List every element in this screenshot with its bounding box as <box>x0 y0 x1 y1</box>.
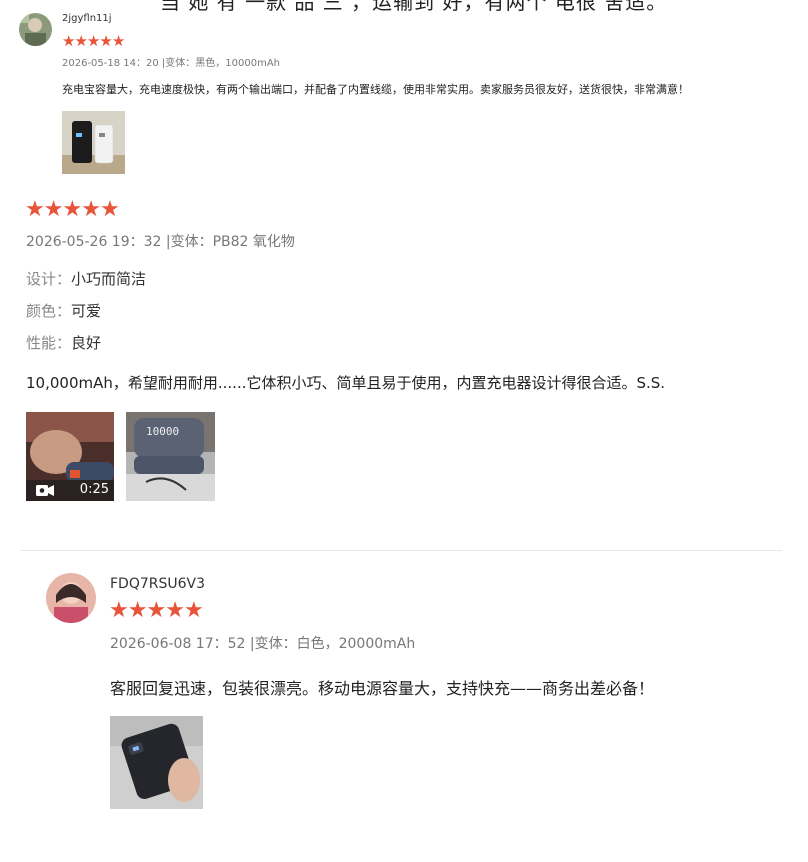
video-duration: 0:25 <box>79 482 109 497</box>
attribute-key: 颜色： <box>26 302 72 320</box>
review-photo[interactable]: 10000 <box>126 412 215 501</box>
review-video[interactable]: 0:25 <box>26 412 114 501</box>
attribute-key: 性能： <box>26 334 72 352</box>
review-meta: 2026-05-18 14：20 |变体：黑色，10000mAh <box>62 58 281 69</box>
star-icon: ★ <box>74 32 88 50</box>
avatar[interactable] <box>46 573 96 623</box>
review-body: 客服回复迅速，包装很漂亮。移动电源容量大，支持快充——商务出差必备！ <box>110 679 655 698</box>
powerbank-photo-icon <box>110 716 203 809</box>
cutoff-review-text: 当 她 有 一款 品 三 ，运输到 好，有两个 电很 舍适。 <box>160 0 668 14</box>
powerbank-capacity-text: 10000 <box>146 425 180 438</box>
star-icon: ★ <box>62 197 83 222</box>
attribute-value: 小巧而简洁 <box>71 270 147 288</box>
review-photo[interactable] <box>62 111 125 174</box>
review-body: 充电宝容量大，充电速度极快，有两个输出端口，并配备了内置线缆，使用非常实用。卖家… <box>62 83 689 96</box>
star-icon: ★ <box>99 197 120 222</box>
star-icon: ★ <box>111 32 126 50</box>
star-icon: ★ <box>43 197 64 222</box>
username[interactable]: 2jgyfln11j <box>62 13 112 24</box>
username[interactable]: FDQ7RSU6V3 <box>110 576 205 592</box>
rating-stars: ★★★★★ <box>62 31 126 50</box>
attribute-value: 可爱 <box>71 302 102 320</box>
star-icon: ★ <box>81 197 101 222</box>
star-icon: ★ <box>127 598 148 623</box>
star-icon: ★ <box>86 32 101 50</box>
attribute-design: 设计：小巧而简洁 <box>26 268 146 289</box>
star-icon: ★ <box>99 32 113 50</box>
avatar[interactable] <box>19 13 52 46</box>
rating-stars: ★★★★★ <box>25 197 120 222</box>
review-photo[interactable] <box>110 716 203 809</box>
attribute-value: 良好 <box>71 334 102 352</box>
star-icon: ★ <box>109 598 129 623</box>
star-icon: ★ <box>62 32 76 50</box>
attribute-key: 设计： <box>26 270 72 288</box>
attribute-color: 颜色：可爱 <box>26 300 101 321</box>
star-icon: ★ <box>25 197 45 222</box>
star-icon: ★ <box>183 598 204 623</box>
review-meta: 2026-05-26 19：32 |变体：PB82 氧化物 <box>26 234 295 250</box>
review-body: 10,000mAh，希望耐用耐用......它体积小巧、简单且易于使用，内置充电… <box>26 374 666 392</box>
star-icon: ★ <box>165 598 185 623</box>
rating-stars: ★★★★★ <box>109 598 204 623</box>
star-icon: ★ <box>146 598 167 623</box>
review-divider <box>20 550 782 551</box>
video-camera-icon <box>36 485 54 496</box>
review-meta: 2026-06-08 17：52 |变体：白色，20000mAh <box>110 636 416 652</box>
powerbank-photo-icon <box>62 111 125 174</box>
attribute-performance: 性能：良好 <box>26 332 101 353</box>
